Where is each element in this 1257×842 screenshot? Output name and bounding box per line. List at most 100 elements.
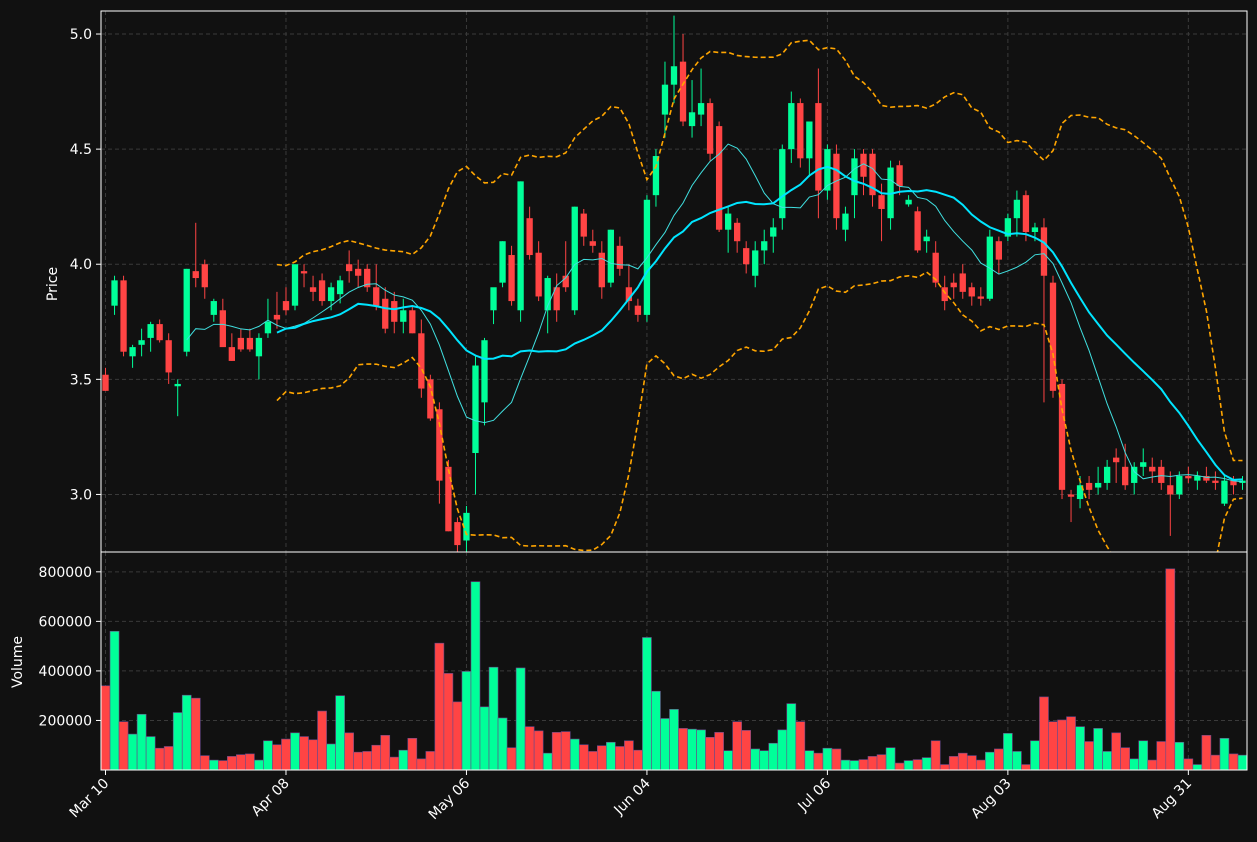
volume-axis-label: Volume — [10, 636, 26, 688]
candle-body — [905, 199, 912, 205]
volume-bar — [560, 731, 571, 771]
candle-body — [147, 324, 154, 338]
candle-body — [490, 287, 497, 311]
candle-body — [327, 287, 335, 302]
volume-bar — [1093, 728, 1103, 771]
volume-y-tick-label: 600000 — [39, 614, 92, 630]
volume-bar — [714, 732, 724, 771]
volume-bar — [669, 709, 679, 771]
volume-bar — [615, 746, 625, 771]
volume-bar — [795, 721, 806, 771]
volume-bar — [434, 642, 445, 771]
candle-body — [111, 280, 118, 306]
candle-body — [941, 287, 948, 302]
volume-bar — [245, 753, 255, 771]
volume-bar — [1219, 737, 1230, 771]
candle-body — [237, 337, 245, 350]
candle-body — [1085, 482, 1093, 490]
volume-bar — [975, 759, 986, 771]
volume-bar — [569, 738, 580, 771]
volume-bar — [1021, 764, 1031, 771]
candle-body — [1149, 466, 1156, 472]
candle-body — [336, 280, 344, 295]
candle-body — [607, 229, 614, 283]
volume-bar — [804, 750, 815, 771]
volume-bar — [687, 728, 697, 771]
volume-bar — [470, 581, 481, 771]
volume-y-tick-label: 200000 — [39, 713, 92, 729]
candle-body — [833, 153, 840, 219]
volume-bar — [858, 759, 869, 771]
volume-bar — [1012, 751, 1022, 771]
volume-bar — [768, 742, 779, 771]
candle-body — [508, 255, 515, 302]
volume-y-tick-label: 400000 — [39, 664, 92, 680]
candle-body — [481, 340, 488, 403]
candle-body — [977, 296, 984, 299]
candle-body — [959, 273, 966, 292]
candle-body — [806, 121, 813, 159]
candle-body — [246, 337, 254, 350]
candle-body — [255, 337, 263, 357]
candle-body — [670, 66, 678, 85]
candle-body — [1112, 457, 1120, 463]
volume-bar — [290, 732, 300, 771]
volume-bar — [678, 728, 688, 771]
volume-bar — [1057, 719, 1067, 771]
volume-bar — [966, 755, 977, 771]
volume-bar — [939, 764, 950, 771]
candle-body — [418, 333, 425, 389]
candle-body — [373, 287, 380, 306]
volume-bar — [903, 760, 914, 771]
candle-body — [851, 158, 858, 196]
volume-bar — [163, 746, 174, 771]
candle-body — [309, 287, 317, 292]
volume-bar — [957, 752, 968, 771]
volume-bar — [1237, 754, 1248, 771]
candle-body — [815, 103, 822, 191]
volume-bar — [533, 730, 544, 771]
volume-bar — [894, 762, 905, 771]
candle-body — [228, 347, 236, 361]
candle-body — [1094, 482, 1102, 488]
volume-bar — [741, 730, 752, 771]
volume-bar — [145, 736, 156, 771]
candle-body — [1212, 480, 1219, 483]
volume-bar — [407, 737, 418, 771]
candle-body — [318, 280, 326, 302]
volume-bar — [777, 729, 788, 771]
volume-bar — [272, 744, 282, 771]
volume-bar — [750, 748, 761, 771]
candle-body — [535, 252, 542, 297]
candle-body — [715, 126, 723, 230]
volume-bar — [181, 694, 192, 771]
candle-body — [174, 383, 181, 387]
candle-body — [300, 271, 308, 274]
candle-body — [1103, 466, 1111, 483]
candle-body — [355, 268, 362, 276]
candle-body — [661, 84, 669, 115]
candle-body — [1176, 476, 1183, 495]
volume-bar — [1039, 696, 1049, 771]
volume-bar — [1228, 753, 1239, 771]
candle-body — [1185, 476, 1192, 479]
candle-body — [950, 282, 957, 288]
volume-bar — [885, 747, 896, 771]
volume-bar — [1048, 721, 1058, 771]
volume-bar — [1138, 740, 1149, 771]
volume-bar — [299, 736, 309, 771]
volume-bar — [642, 637, 652, 771]
candle-body — [400, 310, 407, 322]
volume-bar — [281, 738, 291, 771]
volume-bar — [1147, 759, 1158, 771]
price-axis-label: Price — [45, 267, 61, 301]
volume-bar — [1129, 758, 1140, 771]
price-y-tick-label: 5.0 — [70, 27, 92, 43]
volume-bar — [1201, 735, 1212, 771]
candle-body — [526, 218, 533, 256]
volume-bar — [551, 732, 562, 771]
volume-bar — [732, 721, 742, 771]
candle-body — [1158, 466, 1165, 483]
volume-bar — [326, 743, 336, 771]
candle-body — [1058, 383, 1066, 490]
